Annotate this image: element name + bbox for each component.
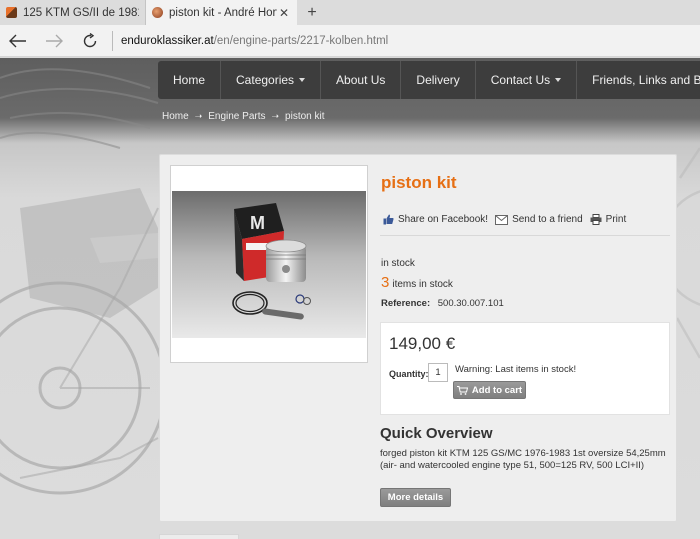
quick-overview-heading: Quick Overview bbox=[380, 425, 493, 442]
print-link[interactable]: Print bbox=[590, 214, 627, 225]
menu-label: Contact Us bbox=[490, 73, 551, 87]
url-path: /en/engine-parts/2217-kolben.html bbox=[213, 34, 389, 47]
stock-count-suffix: items in stock bbox=[392, 279, 453, 290]
menu-item-friends-links-bazar[interactable]: Friends, Links and Bazar bbox=[577, 61, 700, 99]
share-actions: Share on Facebook! Send to a friend Prin… bbox=[383, 214, 633, 225]
send-to-friend-label: Send to a friend bbox=[512, 214, 583, 225]
reference-value: 500.30.007.101 bbox=[437, 298, 504, 309]
quantity-input[interactable] bbox=[428, 363, 448, 382]
product-description: forged piston kit KTM 125 GS/MC 1976-198… bbox=[380, 448, 666, 471]
menu-label: Delivery bbox=[416, 73, 460, 87]
more-details-button[interactable]: More details bbox=[380, 488, 451, 507]
reference-label: Reference: bbox=[381, 298, 431, 309]
product-reference: Reference: 500.30.007.101 bbox=[381, 298, 504, 309]
caret-down-icon bbox=[299, 78, 306, 82]
more-details-label: More details bbox=[387, 492, 444, 503]
breadcrumb-engine-parts[interactable]: Engine Parts bbox=[208, 111, 265, 122]
product-price: 149,00 € bbox=[389, 334, 456, 353]
forward-button[interactable] bbox=[36, 25, 72, 57]
product-title: piston kit bbox=[381, 173, 457, 192]
divider bbox=[380, 235, 670, 236]
product-photo: M bbox=[172, 191, 366, 338]
menu-label: Home bbox=[173, 73, 206, 87]
stock-count: 3 items in stock bbox=[381, 274, 453, 291]
menu-item-categories[interactable]: Categories bbox=[221, 61, 322, 99]
browser-tab-ktm[interactable]: 125 KTM GS/II de 1981 / KTM bbox=[0, 0, 146, 25]
new-tab-button[interactable]: + bbox=[297, 0, 327, 25]
breadcrumb-arrow-icon: ➝ bbox=[194, 111, 203, 121]
send-to-friend-link[interactable]: Send to a friend bbox=[495, 214, 583, 225]
refresh-button[interactable] bbox=[72, 25, 108, 57]
breadcrumb-current: piston kit bbox=[285, 111, 325, 122]
forward-arrow-icon bbox=[46, 34, 63, 47]
quantity-label: Quantity: bbox=[389, 369, 429, 379]
thumbs-up-icon bbox=[383, 214, 394, 225]
url-domain: enduroklassiker.at bbox=[121, 34, 214, 47]
menu-label: Friends, Links and Bazar bbox=[592, 73, 700, 87]
back-button[interactable] bbox=[0, 25, 36, 57]
cart-icon bbox=[456, 385, 468, 395]
tab-label: piston kit - André Horva bbox=[169, 6, 277, 19]
close-tab-icon[interactable]: ✕ bbox=[277, 6, 291, 20]
next-panel-edge bbox=[159, 534, 239, 539]
browser-tab-piston-kit[interactable]: piston kit - André Horva ✕ bbox=[146, 0, 297, 25]
back-arrow-icon bbox=[9, 34, 26, 47]
add-to-cart-label: Add to cart bbox=[471, 384, 523, 396]
menu-item-delivery[interactable]: Delivery bbox=[401, 61, 476, 99]
envelope-icon bbox=[495, 214, 509, 225]
add-to-cart-button[interactable]: Add to cart bbox=[453, 381, 526, 399]
breadcrumb-home[interactable]: Home bbox=[162, 111, 189, 122]
product-image-frame[interactable]: M bbox=[170, 165, 368, 363]
browser-toolbar: enduroklassiker.at/en/engine-parts/2217-… bbox=[0, 25, 700, 57]
ktm-favicon-icon bbox=[6, 7, 17, 18]
print-label: Print bbox=[605, 214, 627, 225]
breadcrumb-arrow-icon: ➝ bbox=[271, 111, 280, 121]
menu-item-home[interactable]: Home bbox=[158, 61, 222, 99]
breadcrumb: Home ➝ Engine Parts ➝ piston kit bbox=[162, 111, 325, 122]
buy-box: 149,00 € Quantity: Warning: Last items i… bbox=[380, 322, 670, 415]
url-separator bbox=[112, 30, 113, 51]
menu-item-contact-us[interactable]: Contact Us bbox=[476, 61, 578, 99]
svg-text:M: M bbox=[250, 213, 265, 233]
address-bar[interactable]: enduroklassiker.at/en/engine-parts/2217-… bbox=[121, 35, 388, 47]
printer-icon bbox=[590, 214, 602, 225]
web-page: Home Categories About Us Delivery Contac… bbox=[0, 58, 700, 539]
browser-tab-bar: 125 KTM GS/II de 1981 / KTM piston kit -… bbox=[0, 0, 700, 25]
piston-favicon-icon bbox=[152, 7, 163, 18]
low-stock-warning: Warning: Last items in stock! bbox=[455, 364, 577, 375]
caret-down-icon bbox=[555, 78, 562, 82]
menu-label: About Us bbox=[336, 73, 386, 87]
availability-status: in stock bbox=[381, 258, 415, 269]
refresh-icon bbox=[83, 32, 97, 47]
share-facebook-label: Share on Facebook! bbox=[398, 214, 489, 225]
site-main-menu: Home Categories About Us Delivery Contac… bbox=[158, 61, 700, 99]
tab-label: 125 KTM GS/II de 1981 / KTM bbox=[23, 6, 139, 19]
menu-label: Categories bbox=[236, 73, 295, 87]
menu-item-about-us[interactable]: About Us bbox=[321, 61, 402, 99]
stock-count-number: 3 bbox=[381, 274, 390, 291]
share-facebook-link[interactable]: Share on Facebook! bbox=[383, 214, 488, 225]
product-panel: M piston kit Share on Facebook! Send to … bbox=[159, 154, 677, 522]
